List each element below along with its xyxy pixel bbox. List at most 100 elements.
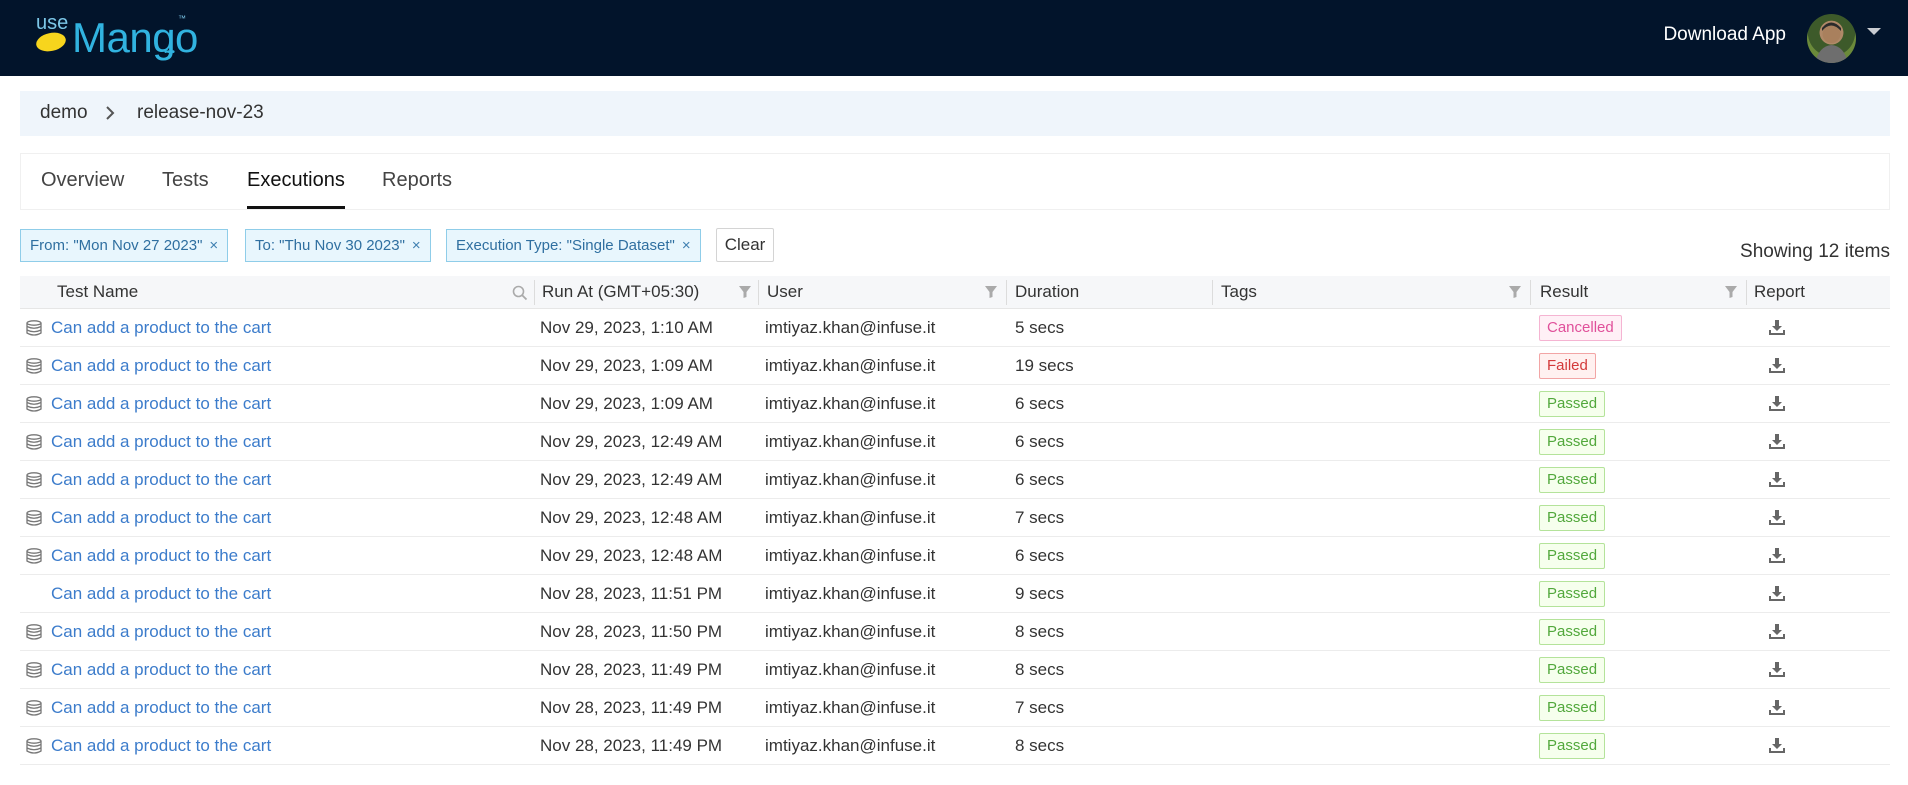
- filter-icon[interactable]: [738, 285, 752, 299]
- test-name-link[interactable]: Can add a product to the cart: [51, 736, 271, 756]
- breadcrumb: demo release-nov-23: [20, 91, 1890, 136]
- download-icon[interactable]: [1768, 319, 1786, 337]
- run-at-cell: Nov 29, 2023, 12:48 AM: [540, 508, 723, 527]
- user-avatar[interactable]: [1807, 14, 1856, 63]
- dataset-icon: [26, 738, 42, 754]
- duration-cell: 7 secs: [1015, 698, 1065, 717]
- mango-icon: [36, 32, 66, 52]
- duration-cell: 9 secs: [1015, 584, 1065, 603]
- user-cell: imtiyaz.khan@infuse.it: [765, 318, 936, 337]
- dataset-icon: [26, 434, 42, 450]
- test-name-link[interactable]: Can add a product to the cart: [51, 622, 271, 642]
- column-divider[interactable]: [1530, 280, 1531, 305]
- download-icon[interactable]: [1768, 395, 1786, 413]
- table-row: Can add a product to the cart Nov 29, 202…: [20, 461, 1890, 499]
- table-row: Can add a product to the cart Nov 28, 202…: [20, 613, 1890, 651]
- table-row: Can add a product to the cart Nov 28, 202…: [20, 651, 1890, 689]
- column-divider[interactable]: [1212, 280, 1213, 305]
- test-name-link[interactable]: Can add a product to the cart: [51, 470, 271, 490]
- run-at-cell: Nov 28, 2023, 11:49 PM: [540, 698, 723, 717]
- test-name-link[interactable]: Can add a product to the cart: [51, 698, 271, 718]
- download-icon[interactable]: [1768, 509, 1786, 527]
- caret-down-icon[interactable]: [1866, 27, 1882, 37]
- column-divider[interactable]: [534, 280, 535, 305]
- table-row: Can add a product to the cart Nov 29, 202…: [20, 537, 1890, 575]
- active-tab-indicator: [247, 206, 345, 209]
- download-icon[interactable]: [1768, 433, 1786, 451]
- breadcrumb-item-release[interactable]: release-nov-23: [137, 102, 264, 124]
- filter-icon[interactable]: [1508, 285, 1522, 299]
- test-name-link[interactable]: Can add a product to the cart: [51, 546, 271, 566]
- breadcrumb-item-demo[interactable]: demo: [40, 102, 88, 124]
- close-icon[interactable]: ×: [209, 237, 218, 254]
- logo-dots-icon: ••••: [164, 47, 175, 58]
- user-cell: imtiyaz.khan@infuse.it: [765, 432, 936, 451]
- filter-icon[interactable]: [984, 285, 998, 299]
- run-at-cell: Nov 29, 2023, 12:49 AM: [540, 432, 723, 451]
- close-icon[interactable]: ×: [682, 237, 691, 254]
- table-row: Can add a product to the cart Nov 29, 202…: [20, 499, 1890, 537]
- test-name-link[interactable]: Can add a product to the cart: [51, 660, 271, 680]
- result-badge: Passed: [1539, 391, 1606, 417]
- table-row: Can add a product to the cart Nov 28, 202…: [20, 689, 1890, 727]
- run-at-cell: Nov 29, 2023, 12:48 AM: [540, 546, 723, 565]
- duration-cell: 6 secs: [1015, 546, 1065, 565]
- clear-filters-button[interactable]: Clear: [716, 228, 774, 262]
- duration-cell: 8 secs: [1015, 736, 1065, 755]
- column-header-test-name: Test Name: [57, 282, 139, 301]
- download-icon[interactable]: [1768, 471, 1786, 489]
- duration-cell: 8 secs: [1015, 660, 1065, 679]
- avatar-icon: [1815, 22, 1848, 63]
- table-row: Can add a product to the cart Nov 28, 202…: [20, 575, 1890, 613]
- result-badge: Passed: [1539, 695, 1606, 721]
- result-badge: Failed: [1539, 353, 1596, 379]
- download-icon[interactable]: [1768, 357, 1786, 375]
- download-icon[interactable]: [1768, 623, 1786, 641]
- download-icon[interactable]: [1768, 699, 1786, 717]
- tab-reports[interactable]: Reports: [382, 169, 452, 192]
- filter-icon[interactable]: [1724, 285, 1738, 299]
- test-name-link[interactable]: Can add a product to the cart: [51, 584, 271, 604]
- usemango-logo[interactable]: use Mango ™ ••••: [34, 12, 198, 61]
- test-name-link[interactable]: Can add a product to the cart: [51, 508, 271, 528]
- dataset-icon: [26, 320, 42, 336]
- tab-executions[interactable]: Executions: [247, 169, 345, 192]
- user-cell: imtiyaz.khan@infuse.it: [765, 470, 936, 489]
- result-badge: Passed: [1539, 657, 1606, 683]
- test-name-link[interactable]: Can add a product to the cart: [51, 318, 271, 338]
- tab-overview[interactable]: Overview: [41, 169, 124, 192]
- search-icon[interactable]: [512, 285, 528, 301]
- download-icon[interactable]: [1768, 661, 1786, 679]
- user-cell: imtiyaz.khan@infuse.it: [765, 698, 936, 717]
- test-name-link[interactable]: Can add a product to the cart: [51, 394, 271, 414]
- test-name-link[interactable]: Can add a product to the cart: [51, 356, 271, 376]
- column-header-user: User: [767, 282, 803, 301]
- logo-trademark: ™: [178, 14, 186, 23]
- duration-cell: 8 secs: [1015, 622, 1065, 641]
- table-row: Can add a product to the cart Nov 29, 202…: [20, 423, 1890, 461]
- run-at-cell: Nov 28, 2023, 11:49 PM: [540, 736, 723, 755]
- run-at-cell: Nov 29, 2023, 1:10 AM: [540, 318, 713, 337]
- dataset-icon: [26, 624, 42, 640]
- tab-tests[interactable]: Tests: [162, 169, 209, 192]
- filter-chip-to: To: "Thu Nov 30 2023" ×: [245, 229, 431, 262]
- close-icon[interactable]: ×: [412, 237, 421, 254]
- column-divider[interactable]: [758, 280, 759, 305]
- download-app-link[interactable]: Download App: [1663, 24, 1786, 46]
- test-name-link[interactable]: Can add a product to the cart: [51, 432, 271, 452]
- duration-cell: 6 secs: [1015, 394, 1065, 413]
- filter-chip-execution-type: Execution Type: "Single Dataset" ×: [446, 229, 701, 262]
- download-icon[interactable]: [1768, 547, 1786, 565]
- dataset-icon: [26, 510, 42, 526]
- filter-chip-from: From: "Mon Nov 27 2023" ×: [20, 229, 229, 262]
- user-cell: imtiyaz.khan@infuse.it: [765, 508, 936, 527]
- column-header-run-at: Run At (GMT+05:30): [542, 282, 700, 301]
- user-cell: imtiyaz.khan@infuse.it: [765, 356, 936, 375]
- result-badge: Passed: [1539, 543, 1606, 569]
- column-divider[interactable]: [1006, 280, 1007, 305]
- column-divider[interactable]: [1746, 280, 1747, 305]
- download-icon[interactable]: [1768, 737, 1786, 755]
- user-cell: imtiyaz.khan@infuse.it: [765, 546, 936, 565]
- column-header-report: Report: [1754, 282, 1806, 301]
- download-icon[interactable]: [1768, 585, 1786, 603]
